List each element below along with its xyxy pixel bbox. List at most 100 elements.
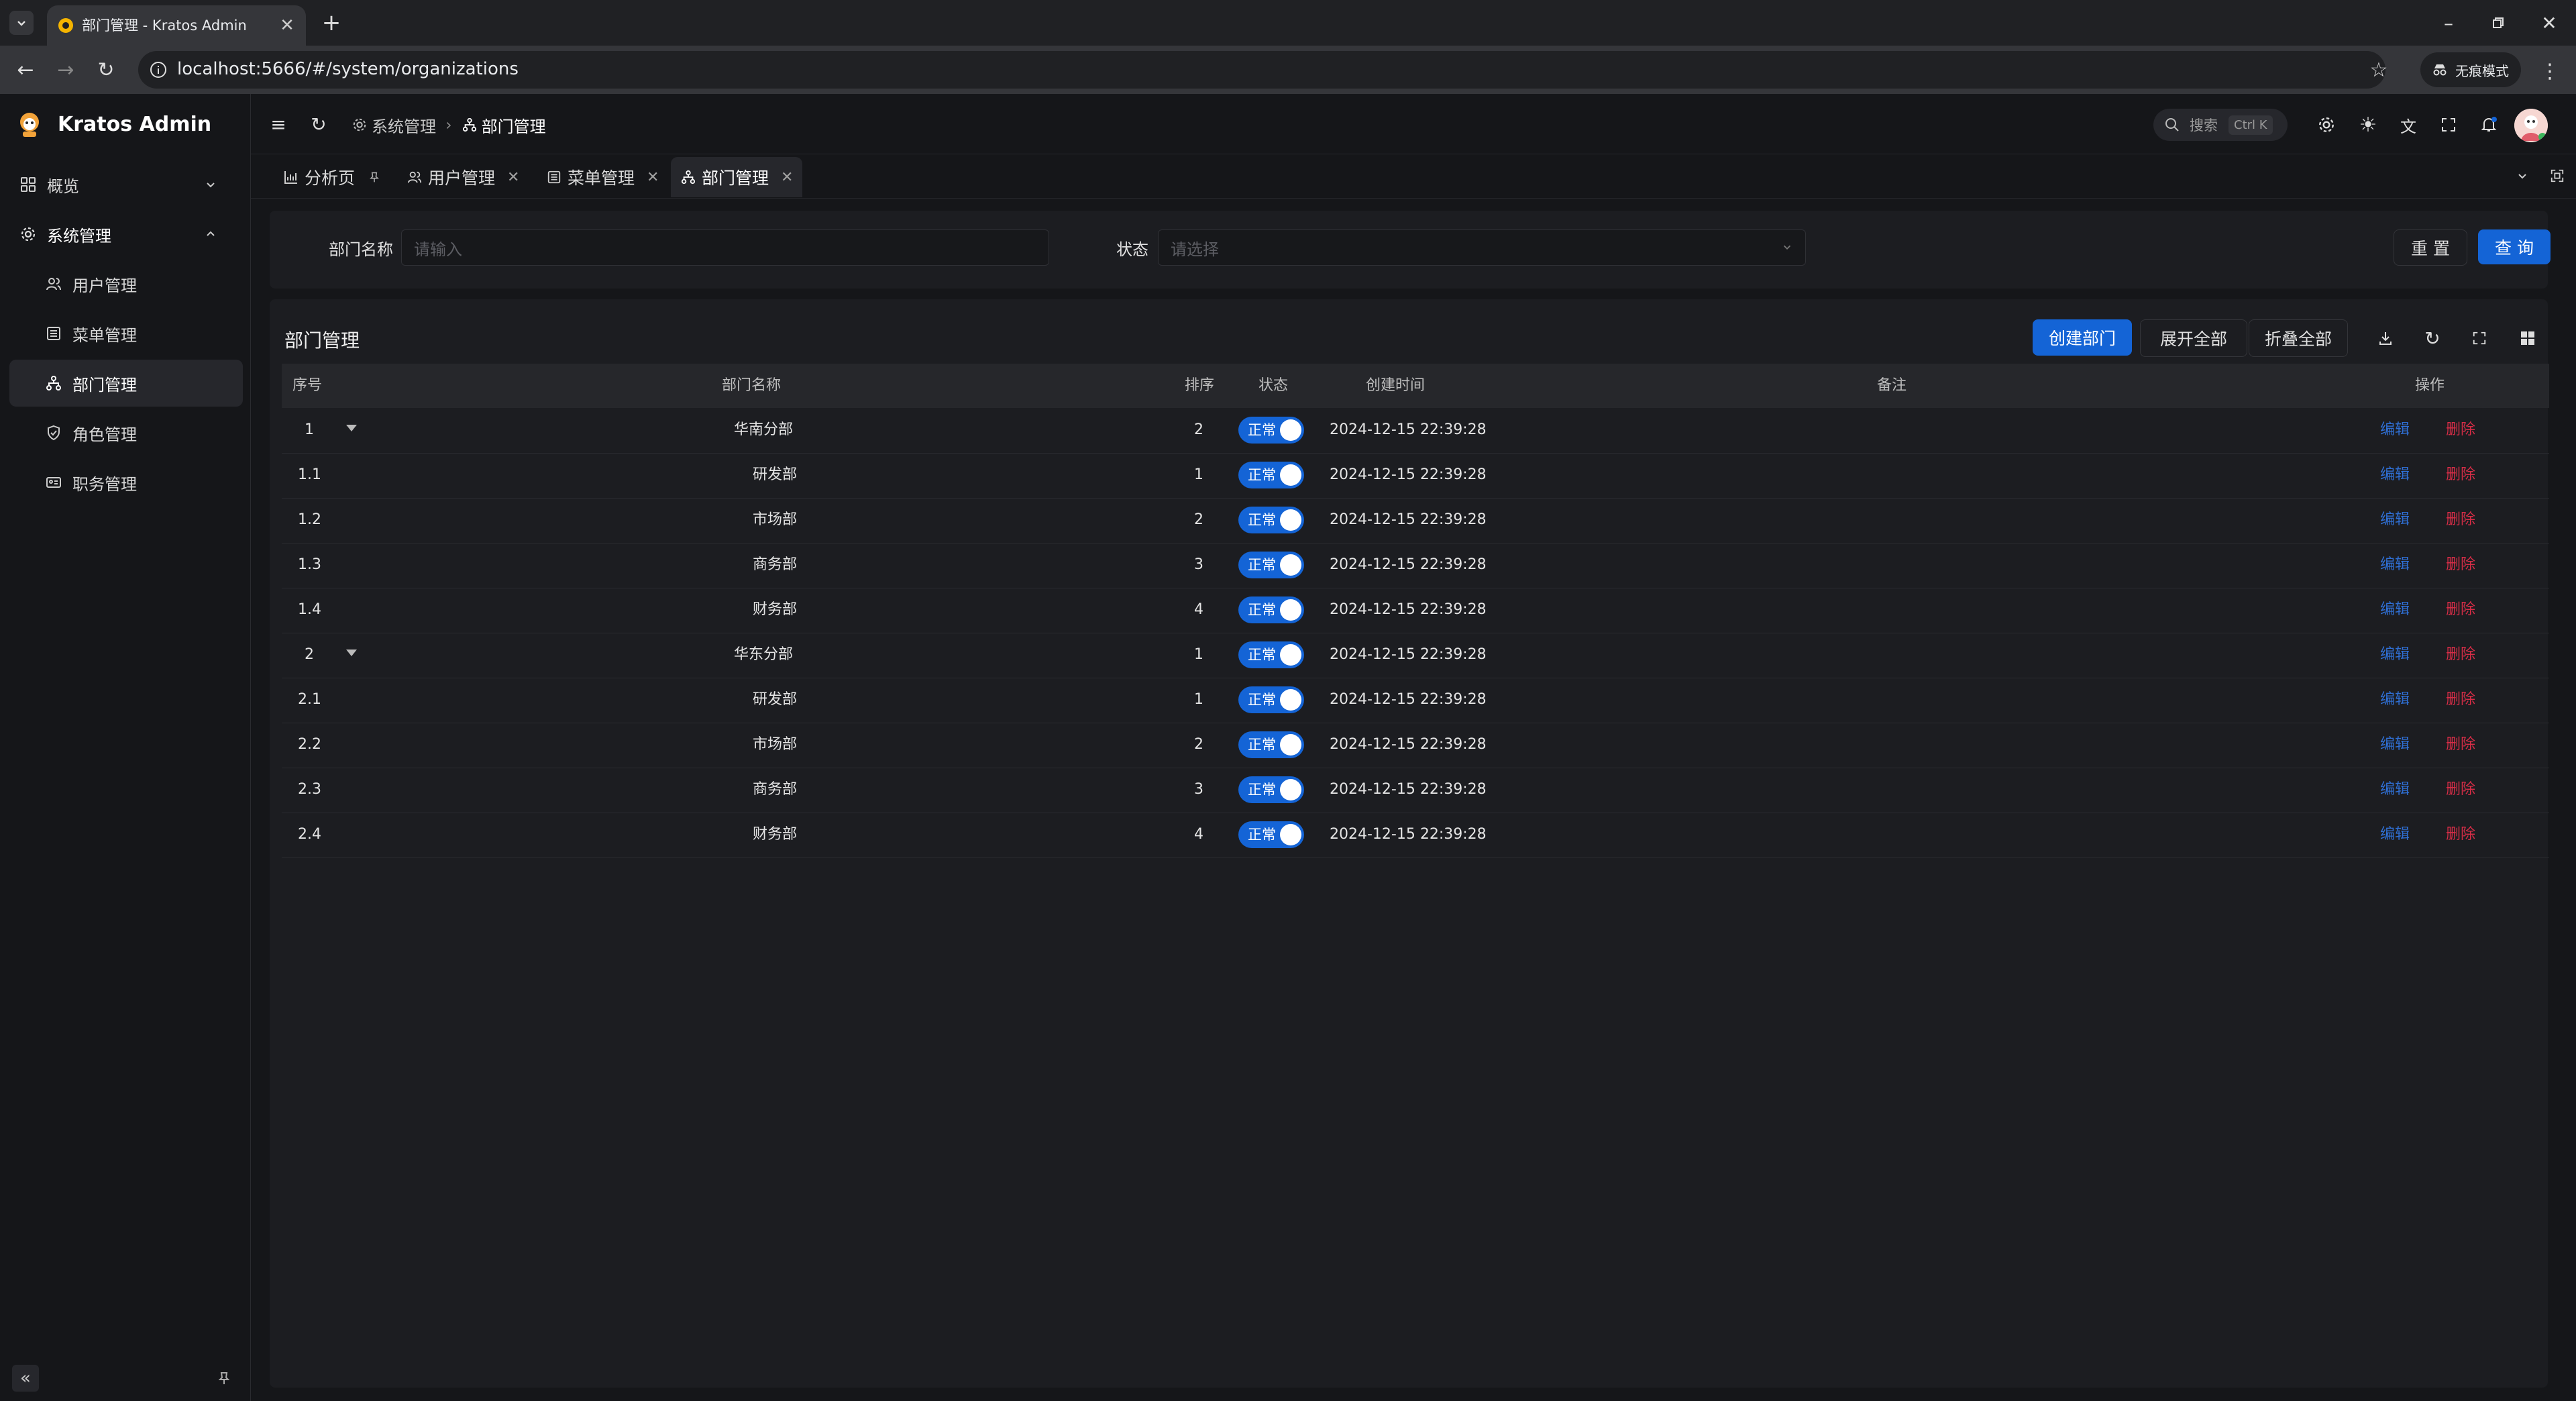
site-info-icon[interactable] (148, 59, 169, 81)
delete-link[interactable]: 删除 (2446, 498, 2475, 542)
incognito-indicator[interactable]: 无痕模式 (2420, 52, 2521, 87)
tab-analytics[interactable]: 分析页 (274, 157, 396, 197)
reset-button[interactable]: 重 置 (2394, 229, 2467, 266)
browser-tab[interactable]: 部门管理 - Kratos Admin ✕ (47, 5, 306, 46)
table-fullscreen-icon[interactable] (2467, 326, 2491, 350)
dept-name-placeholder: 请输入 (414, 240, 462, 259)
delete-link[interactable]: 删除 (2446, 813, 2475, 857)
delete-link[interactable]: 删除 (2446, 453, 2475, 497)
status-switch[interactable]: 正常 (1238, 552, 1304, 578)
status-switch-label: 正常 (1248, 422, 1276, 438)
sidebar-item-departments[interactable]: 部门管理 (9, 360, 243, 407)
delete-link[interactable]: 删除 (2446, 588, 2475, 632)
query-button[interactable]: 查 询 (2478, 229, 2551, 264)
row-created-time: 2024-12-15 22:39:28 (1330, 826, 1487, 843)
row-created-time: 2024-12-15 22:39:28 (1330, 736, 1487, 753)
close-tab-icon[interactable]: ✕ (507, 169, 519, 186)
edit-link[interactable]: 编辑 (2380, 723, 2410, 767)
menu-toggle-icon[interactable]: ≡ (268, 113, 288, 136)
sidebar-item-positions[interactable]: 职务管理 (9, 459, 243, 506)
column-header-actions: 操作 (2415, 377, 2445, 394)
status-switch[interactable]: 正常 (1238, 821, 1304, 848)
theme-toggle-icon[interactable]: ☀ (2356, 113, 2380, 137)
fullscreen-icon[interactable] (2436, 113, 2461, 137)
status-switch[interactable]: 正常 (1238, 686, 1304, 713)
close-window-icon[interactable]: ✕ (2536, 9, 2563, 36)
edit-link[interactable]: 编辑 (2380, 498, 2410, 542)
language-icon[interactable]: 文 (2396, 113, 2420, 137)
row-created-time: 2024-12-15 22:39:28 (1330, 646, 1487, 663)
address-bar[interactable]: localhost:5666/#/system/organizations ☆ (138, 51, 2387, 89)
reload-icon[interactable]: ↻ (93, 56, 119, 83)
close-tab-icon[interactable]: ✕ (647, 169, 659, 186)
new-tab-icon[interactable]: + (318, 9, 345, 36)
dept-name-input[interactable]: 请输入 (401, 229, 1049, 266)
close-tab-icon[interactable]: ✕ (781, 169, 793, 186)
expand-toggle-icon[interactable] (346, 425, 357, 431)
dashboard-icon (19, 175, 38, 194)
tab-departments[interactable]: 部门管理 ✕ (671, 157, 803, 197)
edit-link[interactable]: 编辑 (2380, 813, 2410, 857)
sidebar-item-system[interactable]: 系统管理 (9, 211, 243, 258)
sidebar-item-overview[interactable]: 概览 (9, 161, 243, 208)
row-sort: 2 (1194, 421, 1203, 438)
collapse-all-button[interactable]: 折叠全部 (2249, 319, 2348, 357)
chevron-down-icon[interactable] (2512, 165, 2533, 187)
edit-link[interactable]: 编辑 (2380, 678, 2410, 722)
browser-menu-icon[interactable]: ⋮ (2540, 58, 2560, 85)
refresh-table-icon[interactable]: ↻ (2420, 326, 2445, 350)
tab-menus[interactable]: 菜单管理 ✕ (537, 157, 668, 197)
delete-link[interactable]: 删除 (2446, 678, 2475, 722)
pin-icon[interactable] (367, 170, 382, 185)
refresh-page-icon[interactable]: ↻ (309, 113, 329, 136)
minimize-icon[interactable]: – (2435, 9, 2462, 36)
maximize-content-icon[interactable] (2546, 165, 2568, 187)
avatar[interactable] (2514, 109, 2548, 142)
bookmark-star-icon[interactable]: ☆ (2367, 58, 2391, 82)
row-index: 1.2 (298, 511, 321, 528)
delete-link[interactable]: 删除 (2446, 768, 2475, 812)
sidebar-item-roles[interactable]: 角色管理 (9, 409, 243, 456)
row-sort: 4 (1194, 601, 1203, 618)
forward-icon[interactable]: → (52, 56, 79, 83)
collapse-sidebar-icon[interactable]: « (12, 1365, 39, 1392)
tab-users[interactable]: 用户管理 ✕ (397, 157, 529, 197)
status-switch[interactable]: 正常 (1238, 596, 1304, 623)
status-switch[interactable]: 正常 (1238, 641, 1304, 668)
expand-toggle-icon[interactable] (346, 650, 357, 656)
status-select[interactable]: 请选择 (1158, 229, 1806, 266)
pin-icon[interactable] (211, 1365, 237, 1392)
sidebar-item-menus[interactable]: 菜单管理 (9, 310, 243, 357)
back-icon[interactable]: ← (12, 56, 39, 83)
sidebar-item-users[interactable]: 用户管理 (9, 260, 243, 307)
delete-link[interactable]: 删除 (2446, 543, 2475, 587)
edit-link[interactable]: 编辑 (2380, 543, 2410, 587)
export-icon[interactable] (2373, 326, 2398, 350)
status-switch[interactable]: 正常 (1238, 417, 1304, 444)
tab-list-dropdown-icon[interactable] (9, 11, 34, 35)
status-switch[interactable]: 正常 (1238, 462, 1304, 488)
delete-link[interactable]: 删除 (2446, 633, 2475, 677)
row-created-time: 2024-12-15 22:39:28 (1330, 556, 1487, 573)
create-department-button[interactable]: 创建部门 (2033, 319, 2132, 356)
edit-link[interactable]: 编辑 (2380, 408, 2410, 452)
table-row: 2 华东分部 1 正常 2024-12-15 22:39:28 编辑 删除 (282, 633, 2549, 678)
row-index: 1.3 (298, 556, 321, 573)
notification-bell-icon[interactable] (2477, 113, 2501, 137)
status-switch[interactable]: 正常 (1238, 507, 1304, 533)
breadcrumb-item[interactable]: 系统管理 (372, 113, 436, 137)
edit-link[interactable]: 编辑 (2380, 633, 2410, 677)
expand-all-button[interactable]: 展开全部 (2140, 319, 2247, 357)
status-switch[interactable]: 正常 (1238, 731, 1304, 758)
status-switch[interactable]: 正常 (1238, 776, 1304, 803)
global-search-button[interactable]: 搜索 Ctrl K (2153, 109, 2288, 141)
column-settings-icon[interactable] (2516, 326, 2540, 350)
close-tab-icon[interactable]: ✕ (276, 15, 298, 36)
edit-link[interactable]: 编辑 (2380, 453, 2410, 497)
edit-link[interactable]: 编辑 (2380, 768, 2410, 812)
delete-link[interactable]: 删除 (2446, 408, 2475, 452)
settings-icon[interactable] (2314, 113, 2339, 137)
edit-link[interactable]: 编辑 (2380, 588, 2410, 632)
restore-icon[interactable] (2485, 9, 2512, 36)
delete-link[interactable]: 删除 (2446, 723, 2475, 767)
